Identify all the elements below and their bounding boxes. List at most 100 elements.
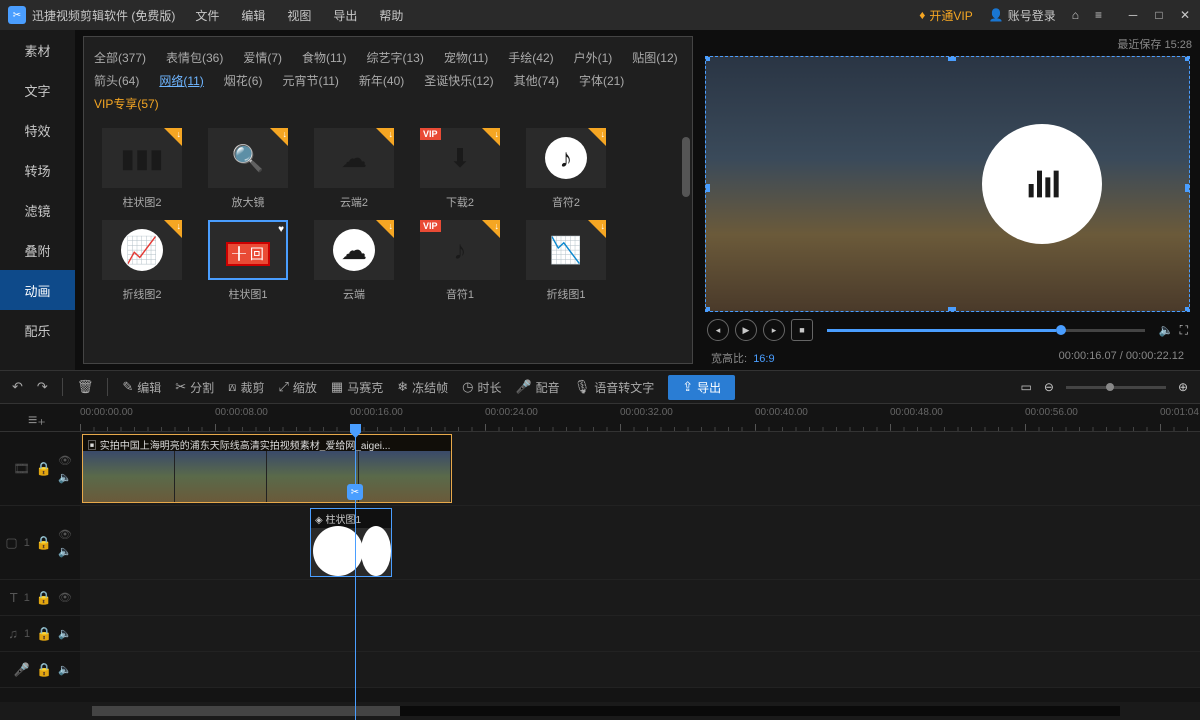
zoom-slider[interactable] [1066,386,1166,389]
speaker-icon[interactable]: 🔈 [58,627,72,640]
horizontal-scrollbar[interactable] [92,706,1120,716]
line-icon: 📈 [121,229,163,271]
time-tick: 00:00:24.00 [485,407,538,418]
asset-item[interactable]: ☁云端2 [306,128,402,210]
menu-help[interactable]: 帮助 [379,7,403,24]
category-tab[interactable]: 全部(377) [94,49,146,66]
category-tab[interactable]: 户外(1) [574,49,613,66]
category-tab[interactable]: 综艺字(13) [366,49,423,66]
minimize-icon[interactable]: ─ [1126,8,1140,22]
animation-clip[interactable]: ◈ 柱状图1 [310,508,392,577]
lock-icon[interactable]: 🔒 [36,626,52,642]
close-icon[interactable]: ✕ [1178,8,1192,22]
prev-frame-button[interactable]: ◂ [707,319,729,341]
text-icon: T [10,590,18,605]
seek-bar[interactable] [827,329,1145,332]
category-tab[interactable]: 元宵节(11) [282,72,338,89]
time-ruler[interactable]: 00:00:00.0000:00:08.0000:00:16.0000:00:2… [80,404,1200,431]
stt-button[interactable]: 🎙语音转文字 [574,379,655,396]
lock-icon[interactable]: 🔒 [36,662,52,678]
freeze-button[interactable]: ❄冻结帧 [397,379,448,396]
hamburger-icon[interactable]: ≡ [1095,8,1102,22]
category-tab[interactable]: 表情包(36) [166,49,223,66]
side-tab-配乐[interactable]: 配乐 [0,310,75,350]
preview-canvas[interactable] [705,56,1190,312]
mosaic-button[interactable]: ▦马赛克 [331,379,383,396]
dub-button[interactable]: 🎤配音 [515,379,559,396]
fit-icon[interactable]: ▭ [1021,380,1032,394]
category-tab[interactable]: 宠物(11) [444,49,488,66]
stop-button[interactable]: ■ [791,319,813,341]
asset-item[interactable]: 🔍放大镜 [200,128,296,210]
category-tab[interactable]: 爱情(7) [243,49,282,66]
menu-view[interactable]: 视图 [287,7,311,24]
edit-button[interactable]: ✎编辑 [122,379,161,396]
side-tab-特效[interactable]: 特效 [0,110,75,150]
zoom-in-icon[interactable]: ⊕ [1178,380,1188,394]
delete-button[interactable]: 🗑 [77,379,94,395]
vip-button[interactable]: ♦ 开通VIP [919,7,972,24]
asset-item[interactable]: ▮▮▮柱状图2 [94,128,190,210]
speaker-icon[interactable]: 🔈 [58,471,72,484]
lock-icon[interactable]: 🔒 [36,461,52,477]
side-tab-转场[interactable]: 转场 [0,150,75,190]
layer-icon: ▢ [5,535,17,551]
side-tab-动画[interactable]: 动画 [0,270,75,310]
category-tab[interactable]: 贴图(12) [632,49,677,66]
category-tab[interactable]: VIP专享(57) [94,95,159,112]
split-button[interactable]: ✂分割 [175,379,214,396]
category-tab[interactable]: 烟花(6) [224,72,263,89]
home-icon[interactable]: ⌂ [1072,8,1079,22]
asset-grid: ▮▮▮柱状图2🔍放大镜☁云端2VIP⬇下载2♪音符2 📈折线图2╂ 回柱状图1☁云… [84,118,692,363]
menu-file[interactable]: 文件 [195,7,219,24]
asset-scrollbar[interactable] [682,137,690,197]
category-tab[interactable]: 箭头(64) [94,72,139,89]
preview-overlay-icon[interactable] [982,124,1102,244]
category-tab[interactable]: 新年(40) [359,72,404,89]
play-button[interactable]: ▶ [735,319,757,341]
eye-icon[interactable]: 👁 [58,528,72,541]
menu-export[interactable]: 导出 [333,7,357,24]
lock-icon[interactable]: 🔒 [36,590,52,606]
zoom-out-icon[interactable]: ⊖ [1044,380,1054,394]
speaker-icon[interactable]: 🔈 [58,545,72,558]
volume-icon[interactable]: 🔈 [1159,323,1174,337]
fullscreen-icon[interactable]: ⛶ [1180,323,1188,338]
menu-edit[interactable]: 编辑 [241,7,265,24]
asset-item[interactable]: ╂ 回柱状图1 [200,220,296,302]
playhead[interactable]: ✂ [355,424,356,720]
maximize-icon[interactable]: □ [1152,8,1166,22]
asset-item[interactable]: 📉折线图1 [518,220,614,302]
eye-icon[interactable]: 👁 [58,591,72,604]
category-tab[interactable]: 手绘(42) [508,49,553,66]
export-button[interactable]: ⇪ 导出 [668,375,735,400]
aspect-value[interactable]: 16:9 [753,353,774,365]
crop-button[interactable]: ⟎裁剪 [228,379,264,396]
category-tab[interactable]: 字体(21) [579,72,624,89]
category-tab[interactable]: 食物(11) [302,49,346,66]
speaker-icon[interactable]: 🔈 [58,663,72,676]
side-tab-文字[interactable]: 文字 [0,70,75,110]
side-tab-叠附[interactable]: 叠附 [0,230,75,270]
duration-button[interactable]: ◷时长 [462,379,501,396]
asset-item[interactable]: VIP♪音符1 [412,220,508,302]
login-button[interactable]: 👤 账号登录 [989,7,1056,24]
redo-button[interactable]: ↷ [37,379,48,395]
scale-button[interactable]: ⤢缩放 [278,379,316,396]
video-clip[interactable]: ▣ 实拍中国上海明亮的浦东天际线高清实拍视频素材_爱给网_aigei... [82,434,452,503]
add-track-button[interactable]: ≡₊ [28,410,46,430]
asset-item[interactable]: ☁云端 [306,220,402,302]
lock-icon[interactable]: 🔒 [36,535,52,551]
side-tab-滤镜[interactable]: 滤镜 [0,190,75,230]
scissors-icon[interactable]: ✂ [347,484,363,500]
category-tab[interactable]: 圣诞快乐(12) [424,72,493,89]
next-frame-button[interactable]: ▸ [763,319,785,341]
category-tab[interactable]: 其他(74) [514,72,559,89]
eye-icon[interactable]: 👁 [58,454,72,467]
category-tab[interactable]: 网络(11) [159,72,203,89]
undo-button[interactable]: ↶ [12,379,23,395]
side-tab-素材[interactable]: 素材 [0,30,75,70]
asset-item[interactable]: 📈折线图2 [94,220,190,302]
asset-item[interactable]: VIP⬇下载2 [412,128,508,210]
asset-item[interactable]: ♪音符2 [518,128,614,210]
